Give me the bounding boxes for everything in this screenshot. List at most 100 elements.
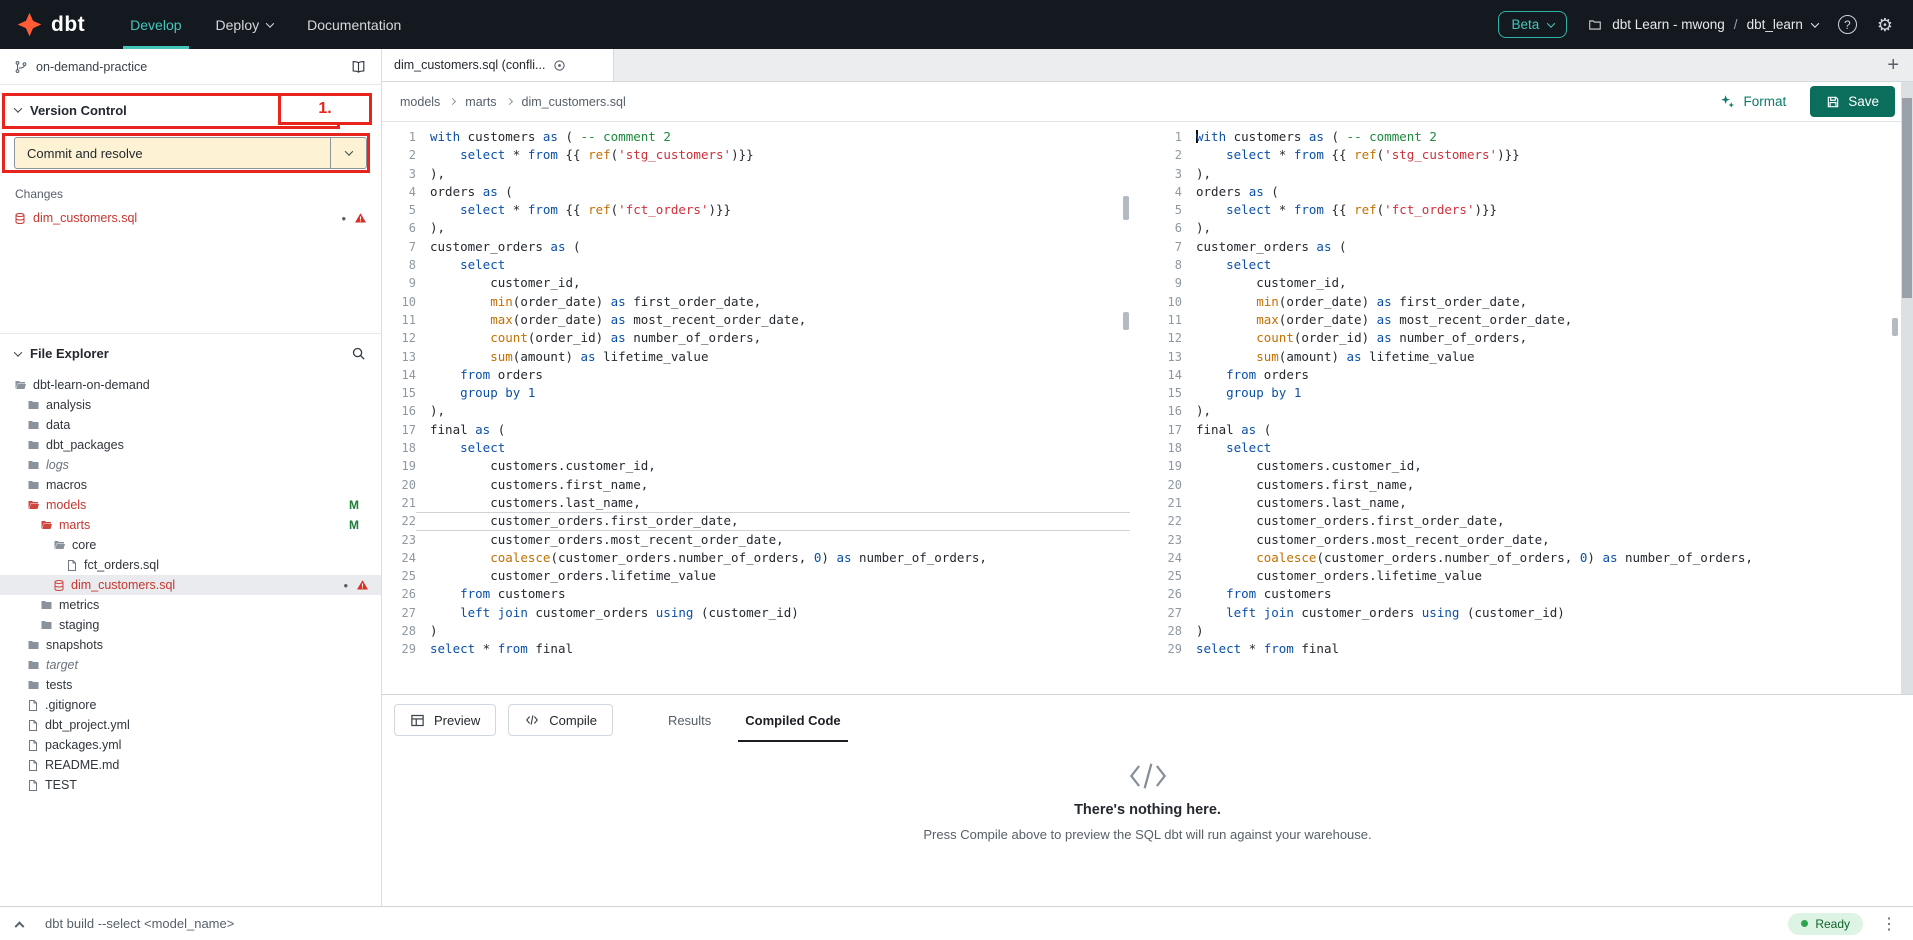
code-line-24[interactable]: 24 coalesce(customer_orders.number_of_or… — [1148, 549, 1913, 567]
code-line-24[interactable]: 24 coalesce(customer_orders.number_of_or… — [382, 549, 1130, 567]
code-line-14[interactable]: 14 from orders — [382, 366, 1130, 384]
code-line-2[interactable]: 2 select * from {{ ref('stg_customers')}… — [382, 146, 1130, 164]
compile-button[interactable]: Compile — [508, 704, 613, 736]
code-line-2[interactable]: 2 select * from {{ ref('stg_customers')}… — [1148, 146, 1913, 164]
code-line-9[interactable]: 9 customer_id, — [1148, 274, 1913, 292]
code-line-4[interactable]: 4orders as ( — [1148, 183, 1913, 201]
code-line-17[interactable]: 17final as ( — [1148, 421, 1913, 439]
code-line-7[interactable]: 7customer_orders as ( — [382, 238, 1130, 256]
code-line-23[interactable]: 23 customer_orders.most_recent_order_dat… — [1148, 531, 1913, 549]
tree-item-snapshots[interactable]: snapshots — [0, 635, 381, 655]
code-line-16[interactable]: 16), — [1148, 402, 1913, 420]
tree-item-analysis[interactable]: analysis — [0, 395, 381, 415]
editor-scrollbar-left[interactable] — [1122, 122, 1130, 694]
tree-item-marts[interactable]: martsM — [0, 515, 381, 535]
beta-dropdown[interactable]: Beta — [1498, 11, 1567, 38]
code-line-1[interactable]: 1with customers as ( -- comment 2 — [1148, 128, 1913, 146]
code-line-13[interactable]: 13 sum(amount) as lifetime_value — [1148, 348, 1913, 366]
page-scrollbar[interactable] — [1901, 82, 1913, 694]
tree-item-tests[interactable]: tests — [0, 675, 381, 695]
code-line-25[interactable]: 25 customer_orders.lifetime_value — [382, 567, 1130, 585]
dbt-home-link[interactable]: dbt — [0, 0, 101, 49]
tree-item-dbt_project.yml[interactable]: dbt_project.yml — [0, 715, 381, 735]
help-button[interactable]: ? — [1838, 15, 1857, 34]
code-line-10[interactable]: 10 min(order_date) as first_order_date, — [382, 293, 1130, 311]
code-line-4[interactable]: 4orders as ( — [382, 183, 1130, 201]
code-line-25[interactable]: 25 customer_orders.lifetime_value — [1148, 567, 1913, 585]
code-line-12[interactable]: 12 count(order_id) as number_of_orders, — [1148, 329, 1913, 347]
code-line-11[interactable]: 11 max(order_date) as most_recent_order_… — [382, 311, 1130, 329]
tree-item-metrics[interactable]: metrics — [0, 595, 381, 615]
nav-documentation[interactable]: Documentation — [290, 0, 418, 49]
editor-tab-dim-customers[interactable]: dim_customers.sql (confli... — [382, 49, 614, 81]
command-input[interactable]: dbt build --select <model_name> — [45, 916, 234, 931]
code-line-28[interactable]: 28) — [1148, 622, 1913, 640]
editor-scrollbar-right[interactable] — [1891, 122, 1899, 694]
code-line-1[interactable]: 1with customers as ( -- comment 2 — [382, 128, 1130, 146]
code-line-5[interactable]: 5 select * from {{ ref('fct_orders')}} — [382, 201, 1130, 219]
editor-pane-right[interactable]: 1with customers as ( -- comment 22 selec… — [1148, 122, 1913, 694]
code-line-3[interactable]: 3), — [1148, 165, 1913, 183]
code-line-17[interactable]: 17final as ( — [382, 421, 1130, 439]
code-line-29[interactable]: 29select * from final — [1148, 640, 1913, 658]
tree-item-macros[interactable]: macros — [0, 475, 381, 495]
code-line-7[interactable]: 7customer_orders as ( — [1148, 238, 1913, 256]
scrollbar-thumb[interactable] — [1123, 196, 1129, 220]
tree-item-.gitignore[interactable]: .gitignore — [0, 695, 381, 715]
tree-item-dbt-learn-on-demand[interactable]: dbt-learn-on-demand — [0, 375, 381, 395]
code-line-20[interactable]: 20 customers.first_name, — [1148, 476, 1913, 494]
code-line-6[interactable]: 6), — [1148, 219, 1913, 237]
code-line-8[interactable]: 8 select — [1148, 256, 1913, 274]
tree-item-dim_customers.sql[interactable]: dim_customers.sql• — [0, 575, 381, 595]
file-explorer-header[interactable]: File Explorer — [0, 333, 381, 373]
tree-item-core[interactable]: core — [0, 535, 381, 555]
code-line-12[interactable]: 12 count(order_id) as number_of_orders, — [382, 329, 1130, 347]
tab-status-icon[interactable] — [553, 59, 566, 72]
file-search-button[interactable] — [351, 346, 366, 361]
code-line-3[interactable]: 3), — [382, 165, 1130, 183]
changed-file-dim_customers.sql[interactable]: dim_customers.sql• — [0, 207, 381, 229]
tree-item-staging[interactable]: staging — [0, 615, 381, 635]
code-line-19[interactable]: 19 customers.customer_id, — [382, 457, 1130, 475]
tab-compiled-code[interactable]: Compiled Code — [728, 695, 857, 745]
code-line-15[interactable]: 15 group by 1 — [382, 384, 1130, 402]
code-line-14[interactable]: 14 from orders — [1148, 366, 1913, 384]
preview-button[interactable]: Preview — [394, 704, 496, 736]
kebab-menu-icon[interactable]: ⋮ — [1881, 914, 1897, 934]
tree-item-fct_orders.sql[interactable]: fct_orders.sql — [0, 555, 381, 575]
code-line-23[interactable]: 23 customer_orders.most_recent_order_dat… — [382, 531, 1130, 549]
code-line-16[interactable]: 16), — [382, 402, 1130, 420]
editor-pane-left[interactable]: 1with customers as ( -- comment 22 selec… — [382, 122, 1130, 694]
save-button[interactable]: Save — [1810, 86, 1895, 117]
code-line-8[interactable]: 8 select — [382, 256, 1130, 274]
code-line-18[interactable]: 18 select — [382, 439, 1130, 457]
code-line-11[interactable]: 11 max(order_date) as most_recent_order_… — [1148, 311, 1913, 329]
code-line-18[interactable]: 18 select — [1148, 439, 1913, 457]
breadcrumb-models[interactable]: models — [400, 95, 440, 109]
commit-and-resolve-button[interactable]: Commit and resolve — [14, 137, 367, 169]
tree-item-packages.yml[interactable]: packages.yml — [0, 735, 381, 755]
code-line-28[interactable]: 28) — [382, 622, 1130, 640]
code-line-27[interactable]: 27 left join customer_orders using (cust… — [1148, 604, 1913, 622]
code-line-22[interactable]: 22 customer_orders.first_order_date, — [1148, 512, 1913, 530]
tree-item-dbt_packages[interactable]: dbt_packages — [0, 435, 381, 455]
commit-options-caret[interactable] — [330, 138, 366, 168]
code-line-13[interactable]: 13 sum(amount) as lifetime_value — [382, 348, 1130, 366]
new-tab-button[interactable]: + — [1873, 55, 1913, 75]
code-line-20[interactable]: 20 customers.first_name, — [382, 476, 1130, 494]
tree-item-logs[interactable]: logs — [0, 455, 381, 475]
tab-results[interactable]: Results — [651, 695, 728, 745]
code-line-5[interactable]: 5 select * from {{ ref('fct_orders')}} — [1148, 201, 1913, 219]
code-line-9[interactable]: 9 customer_id, — [382, 274, 1130, 292]
code-line-6[interactable]: 6), — [382, 219, 1130, 237]
nav-deploy[interactable]: Deploy — [199, 0, 291, 49]
code-line-10[interactable]: 10 min(order_date) as first_order_date, — [1148, 293, 1913, 311]
tree-item-TEST[interactable]: TEST — [0, 775, 381, 795]
account-project-switcher[interactable]: dbt Learn - mwong / dbt_learn — [1587, 17, 1818, 32]
tree-item-data[interactable]: data — [0, 415, 381, 435]
tree-item-models[interactable]: modelsM — [0, 495, 381, 515]
nav-develop[interactable]: Develop — [113, 0, 198, 49]
tree-item-README.md[interactable]: README.md — [0, 755, 381, 775]
settings-gear-icon[interactable]: ⚙ — [1877, 16, 1893, 34]
code-line-19[interactable]: 19 customers.customer_id, — [1148, 457, 1913, 475]
